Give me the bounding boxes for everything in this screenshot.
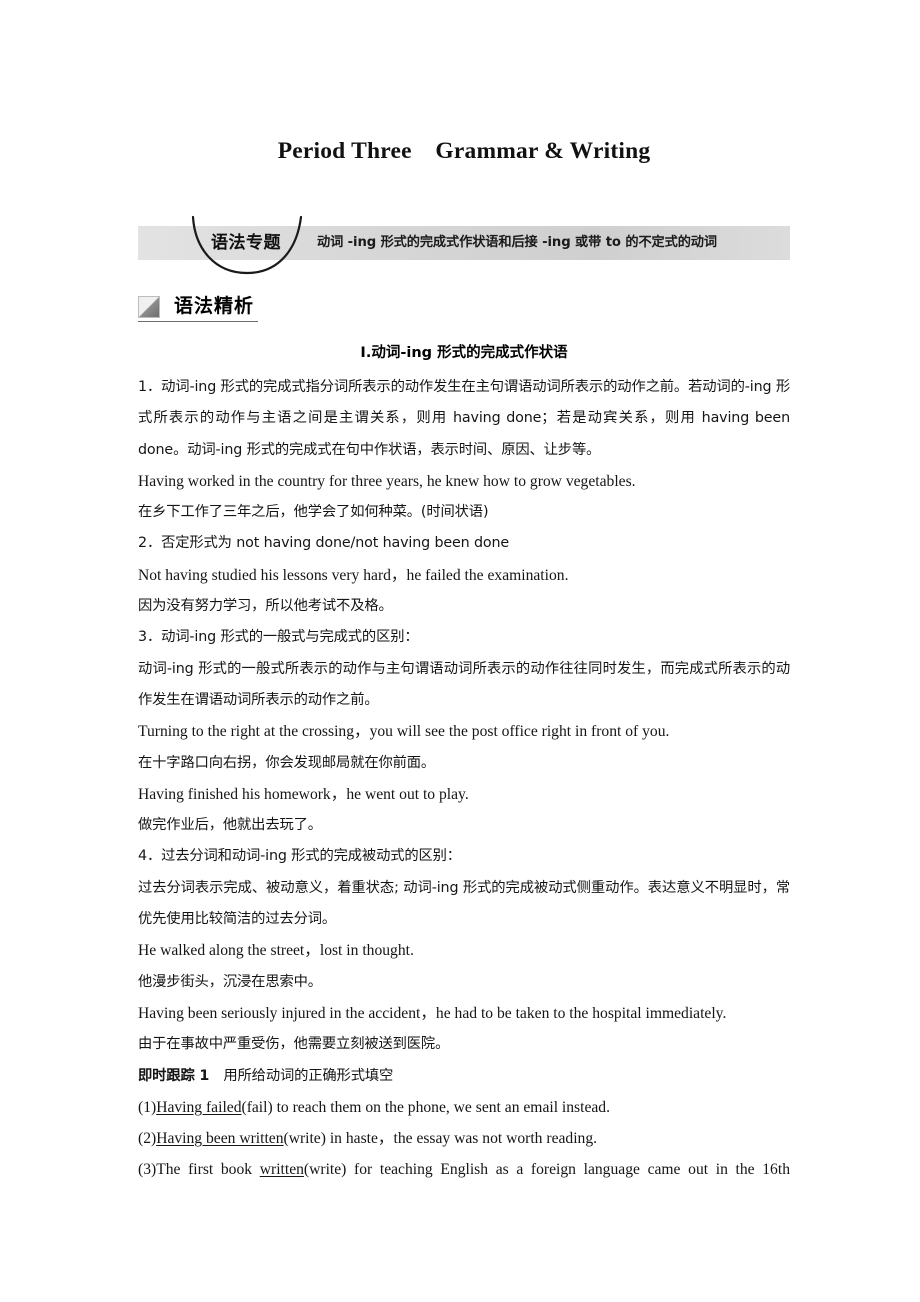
body-paragraph: 1．动词-ing 形式的完成式指分词所表示的动作发生在主句谓语动词所表示的动作之… — [138, 379, 790, 458]
diagonal-square-icon — [138, 296, 160, 318]
translation-line: 在十字路口向右拐，你会发现邮局就在你前面。 — [138, 754, 436, 771]
item-number: (1) — [138, 1098, 157, 1116]
example-sentence: He walked along the street，lost in thoug… — [138, 942, 414, 960]
item-rest: in haste，the essay was not worth reading… — [325, 1130, 598, 1148]
translation-line: 他漫步街头，沉浸在思索中。 — [138, 973, 322, 990]
roman-numeral-heading: Ⅰ.动词-ing 形式的完成式作状语 — [360, 345, 568, 361]
body-paragraph: 4．过去分词和动词-ing 形式的完成被动式的区别： — [138, 848, 461, 865]
exercise-title-instruction: 用所给动词的正确形式填空 — [223, 1067, 394, 1084]
exercise-title-label: 即时跟踪 1 — [138, 1067, 210, 1084]
section-header-title: 语法精析 — [174, 295, 255, 317]
page-title: Period Three Grammar & Writing — [277, 138, 651, 164]
example-sentence: Turning to the right at the crossing，you… — [138, 723, 670, 741]
translation-line: 由于在事故中严重受伤，他需要立刻被送到医院。 — [138, 1036, 450, 1053]
item-answer: written — [259, 1161, 304, 1179]
section-header-underline — [138, 321, 258, 322]
exercise-item: (3)The first book written(write) for tea… — [138, 1154, 790, 1185]
exercise-title: 即时跟踪 1 用所给动词的正确形式填空 — [138, 1061, 790, 1092]
item-number: (3) — [138, 1161, 157, 1179]
content-body: Ⅰ.动词-ing 形式的完成式作状语 1．动词-ing 形式的完成式指分词所表示… — [138, 338, 790, 1186]
exercise-item: (1)Having failed(fail) to reach them on … — [138, 1092, 790, 1123]
example-sentence: Having worked in the country for three y… — [138, 472, 636, 490]
body-paragraph: 3．动词-ing 形式的一般式与完成式的区别： — [138, 629, 419, 646]
translation-line: 因为没有努力学习，所以他考试不及格。 — [138, 598, 393, 615]
body-paragraph: 2．否定形式为 not having done/not having been … — [138, 535, 510, 552]
badge-label: 语法专题 — [211, 233, 281, 253]
example-sentence: Not having studied his lessons very hard… — [138, 566, 569, 584]
item-rest: for teaching English as a foreign langua… — [346, 1161, 790, 1179]
translation-line: 在乡下工作了三年之后，他学会了如何种菜。(时间状语) — [138, 504, 489, 521]
item-answer: Having failed — [156, 1098, 242, 1116]
item-cue: (write) — [283, 1130, 326, 1148]
body-paragraph: 过去分词表示完成、被动意义，着重状态; 动词-ing 形式的完成被动式侧重动作。… — [138, 879, 790, 928]
document-page: Period Three Grammar & Writing 语法专题 动词 -… — [0, 0, 920, 1302]
example-sentence: Having finished his homework，he went out… — [138, 785, 469, 803]
topic-text: 动词 -ing 形式的完成式作状语和后接 -ing 或带 to 的不定式的动词 — [317, 235, 717, 250]
body-paragraph: 动词-ing 形式的一般式所表示的动作与主句谓语动词所表示的动作往往同时发生，而… — [138, 660, 790, 708]
item-lead: The first book — [156, 1161, 260, 1179]
example-sentence: Having been seriously injured in the acc… — [138, 1004, 727, 1022]
item-number: (2) — [138, 1130, 157, 1148]
item-answer: Having been written — [156, 1130, 284, 1148]
translation-line: 做完作业后，他就出去玩了。 — [138, 817, 322, 834]
section-header: 语法精析 — [138, 293, 438, 327]
item-rest: to reach them on the phone, we sent an e… — [272, 1098, 610, 1116]
exercise-title-spacer — [209, 1068, 223, 1084]
item-cue: (fail) — [241, 1098, 273, 1116]
exercise-item: (2)Having been written(write) in haste，t… — [138, 1123, 790, 1154]
item-cue: (write) — [303, 1161, 347, 1179]
